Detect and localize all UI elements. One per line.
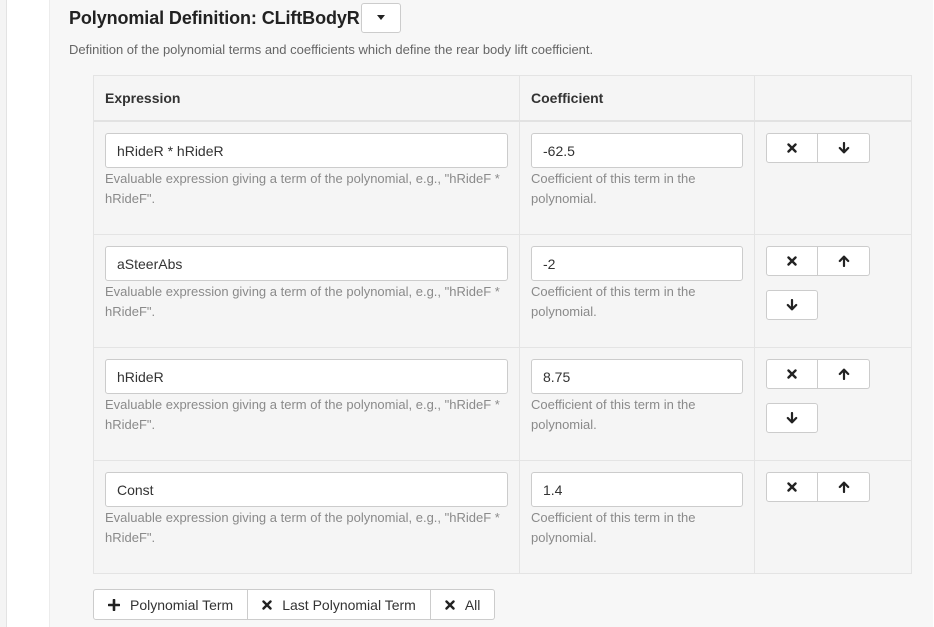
coefficient-cell: 1.4 Coefficient of this term in the poly… xyxy=(520,461,755,573)
times-icon xyxy=(787,482,797,492)
caret-down-icon xyxy=(376,15,385,20)
remove-row-button[interactable] xyxy=(766,133,818,163)
times-icon xyxy=(262,599,272,610)
expression-input[interactable]: hRideR xyxy=(105,359,508,394)
coefficient-cell: -2 Coefficient of this term in the polyn… xyxy=(520,235,755,347)
coefficient-cell: -62.5 Coefficient of this term in the po… xyxy=(520,122,755,234)
arrow-up-icon xyxy=(838,255,849,267)
remove-row-button[interactable] xyxy=(766,246,818,276)
expression-input[interactable]: hRideR * hRideR xyxy=(105,133,508,168)
times-icon xyxy=(787,256,797,266)
expression-input[interactable]: aSteerAbs xyxy=(105,246,508,281)
times-icon xyxy=(445,599,455,610)
title-row: Polynomial Definition: CLiftBodyR xyxy=(69,3,401,33)
move-up-button[interactable] xyxy=(818,359,870,389)
coefficient-input[interactable]: 8.75 xyxy=(531,359,743,394)
expression-cell: hRideR * hRideR Evaluable expression giv… xyxy=(94,122,520,234)
remove-row-button[interactable] xyxy=(766,359,818,389)
polynomial-table: Expression Coefficient hRideR * hRideR E… xyxy=(93,75,912,574)
add-polynomial-term-button[interactable]: Polynomial Term xyxy=(93,589,249,620)
header-actions xyxy=(755,76,911,120)
expression-help: Evaluable expression giving a term of th… xyxy=(105,284,500,319)
row-actions xyxy=(755,122,911,234)
header-coefficient: Coefficient xyxy=(520,76,755,120)
remove-last-term-button[interactable]: Last Polynomial Term xyxy=(248,589,431,620)
move-up-button[interactable] xyxy=(818,472,870,502)
plus-icon xyxy=(108,598,120,611)
table-row: hRideR Evaluable expression giving a ter… xyxy=(94,348,911,461)
expression-cell: aSteerAbs Evaluable expression giving a … xyxy=(94,235,520,347)
remove-all-label: All xyxy=(464,596,481,613)
arrow-down-icon xyxy=(786,412,798,424)
move-up-button[interactable] xyxy=(818,246,870,276)
coefficient-help: Coefficient of this term in the polynomi… xyxy=(531,397,696,432)
row-actions xyxy=(755,461,911,573)
expression-input[interactable]: Const xyxy=(105,472,508,507)
expression-help: Evaluable expression giving a term of th… xyxy=(105,397,500,432)
move-down-button[interactable] xyxy=(766,403,818,433)
coefficient-cell: 8.75 Coefficient of this term in the pol… xyxy=(520,348,755,460)
arrow-up-icon xyxy=(838,368,849,380)
coefficient-input[interactable]: -62.5 xyxy=(531,133,743,168)
page-title: Polynomial Definition: CLiftBodyR xyxy=(69,7,360,28)
expression-cell: hRideR Evaluable expression giving a ter… xyxy=(94,348,520,460)
expression-cell: Const Evaluable expression giving a term… xyxy=(94,461,520,573)
remove-last-term-label: Last Polynomial Term xyxy=(282,596,416,613)
row-actions xyxy=(755,348,911,460)
remove-row-button[interactable] xyxy=(766,472,818,502)
table-row: hRideR * hRideR Evaluable expression giv… xyxy=(94,122,911,235)
table-row: Const Evaluable expression giving a term… xyxy=(94,461,911,573)
table-actions: Polynomial Term Last Polynomial Term All xyxy=(93,589,496,620)
remove-all-button[interactable]: All xyxy=(430,589,496,620)
arrow-up-icon xyxy=(838,481,849,493)
times-icon xyxy=(787,143,797,153)
move-down-button[interactable] xyxy=(818,133,870,163)
times-icon xyxy=(787,369,797,379)
coefficient-input[interactable]: 1.4 xyxy=(531,472,743,507)
title-dropdown-button[interactable] xyxy=(360,3,401,33)
coefficient-help: Coefficient of this term in the polynomi… xyxy=(531,284,696,319)
expression-help: Evaluable expression giving a term of th… xyxy=(105,171,500,206)
arrow-down-icon xyxy=(786,299,798,311)
table-header: Expression Coefficient xyxy=(94,76,911,122)
coefficient-help: Coefficient of this term in the polynomi… xyxy=(531,171,696,206)
expression-help: Evaluable expression giving a term of th… xyxy=(105,510,500,545)
arrow-down-icon xyxy=(838,142,849,154)
header-expression: Expression xyxy=(94,76,520,120)
coefficient-input[interactable]: -2 xyxy=(531,246,743,281)
row-actions xyxy=(755,235,911,347)
add-polynomial-term-label: Polynomial Term xyxy=(130,596,234,613)
move-down-button[interactable] xyxy=(766,290,818,320)
table-row: aSteerAbs Evaluable expression giving a … xyxy=(94,235,911,348)
page-description: Definition of the polynomial terms and c… xyxy=(69,42,594,57)
coefficient-help: Coefficient of this term in the polynomi… xyxy=(531,510,696,545)
